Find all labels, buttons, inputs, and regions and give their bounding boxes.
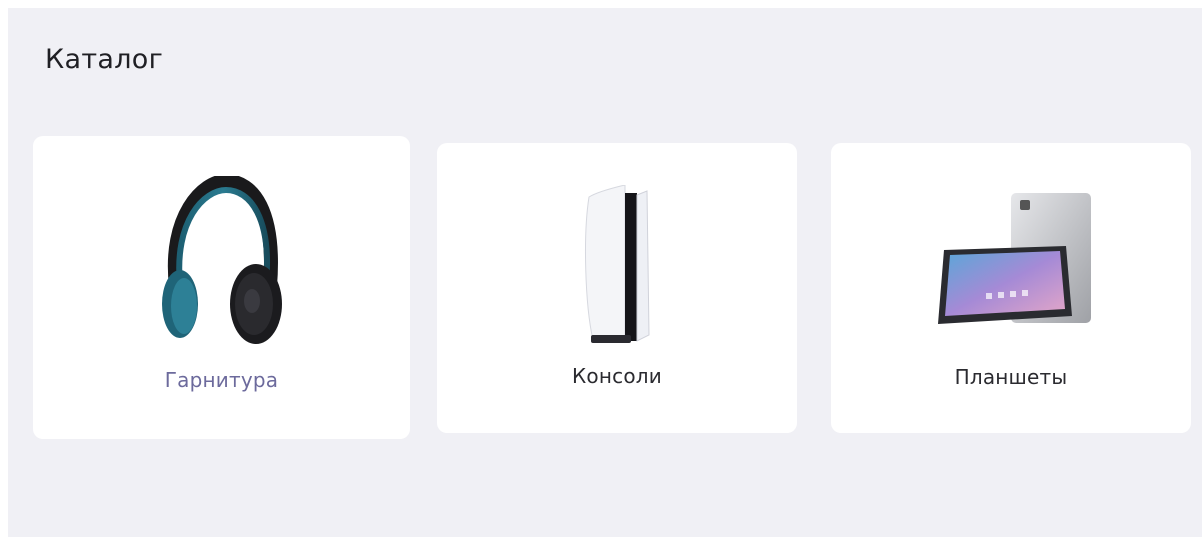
game-console-icon — [585, 185, 650, 343]
tablet-icon — [938, 193, 1091, 324]
category-card-headsets[interactable]: Гарнитура — [33, 136, 410, 439]
headphones-icon — [162, 176, 282, 344]
category-label: Планшеты — [954, 365, 1068, 389]
category-card-tablets[interactable]: Планшеты — [831, 143, 1191, 433]
catalog-section: Каталог Гарнитура Консоли Планшеты — [8, 8, 1202, 537]
catalog-title: Каталог — [45, 44, 164, 75]
category-card-consoles[interactable]: Консоли — [437, 143, 797, 433]
category-label: Консоли — [572, 364, 662, 388]
category-label: Гарнитура — [164, 368, 279, 392]
